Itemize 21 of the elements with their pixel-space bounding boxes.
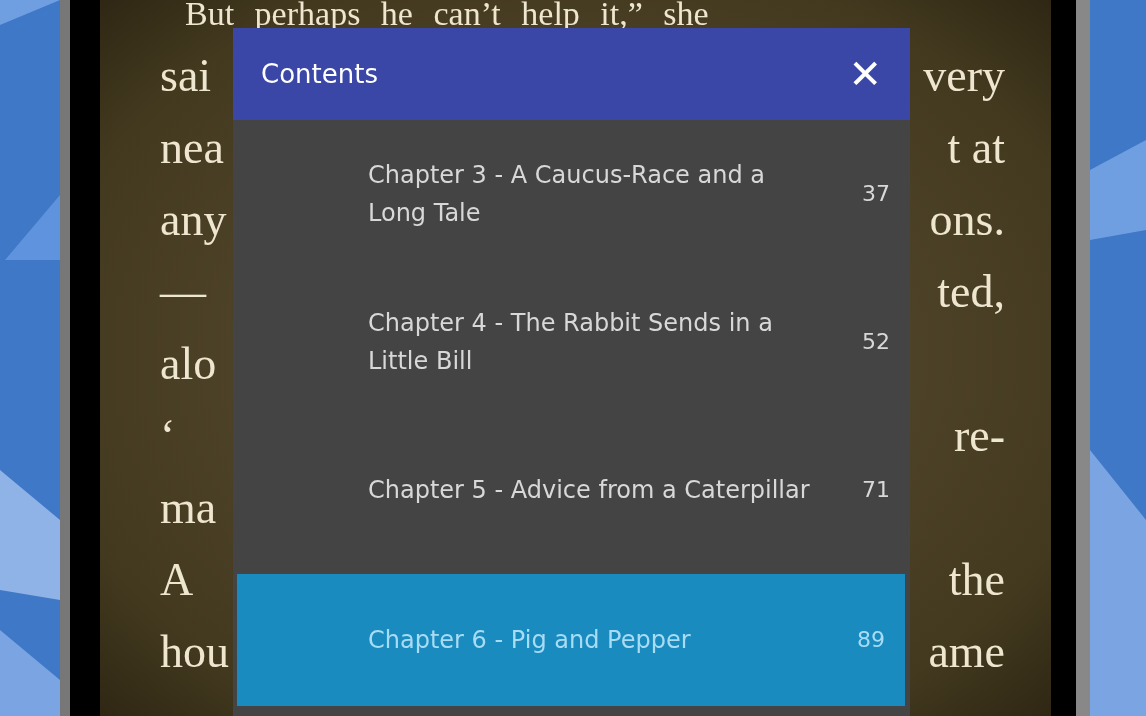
book-text-fragment: any [160,194,227,245]
book-text-fragment: ame [928,626,1005,677]
book-text-fragment: very [923,50,1005,101]
book-text-fragment: the [948,554,1005,605]
book-text-fragment: hou [160,626,229,677]
book-text-fragment: alo [160,338,217,389]
book-text-fragment: nea [160,122,224,173]
book-text-fragment: sai [160,50,212,101]
book-text-fragment: t at [947,122,1005,173]
book-text-fragment: A [160,554,194,605]
close-button[interactable]: ✕ [848,51,882,97]
backdrop-triangle [5,195,60,260]
book-text-fragment: ons. [929,194,1005,245]
book-text-fragment: — [160,266,206,317]
book-text-line: But perhaps he can’t help it,” she [185,0,709,27]
book-text-fragment: ma [160,482,217,533]
backdrop-triangle [0,0,60,25]
dialog-title: Contents [261,59,378,89]
book-text-fragment: re- [953,410,1005,461]
book-text-fragment: ‘ [160,410,176,461]
book-text-fragment: ted, [937,266,1005,317]
